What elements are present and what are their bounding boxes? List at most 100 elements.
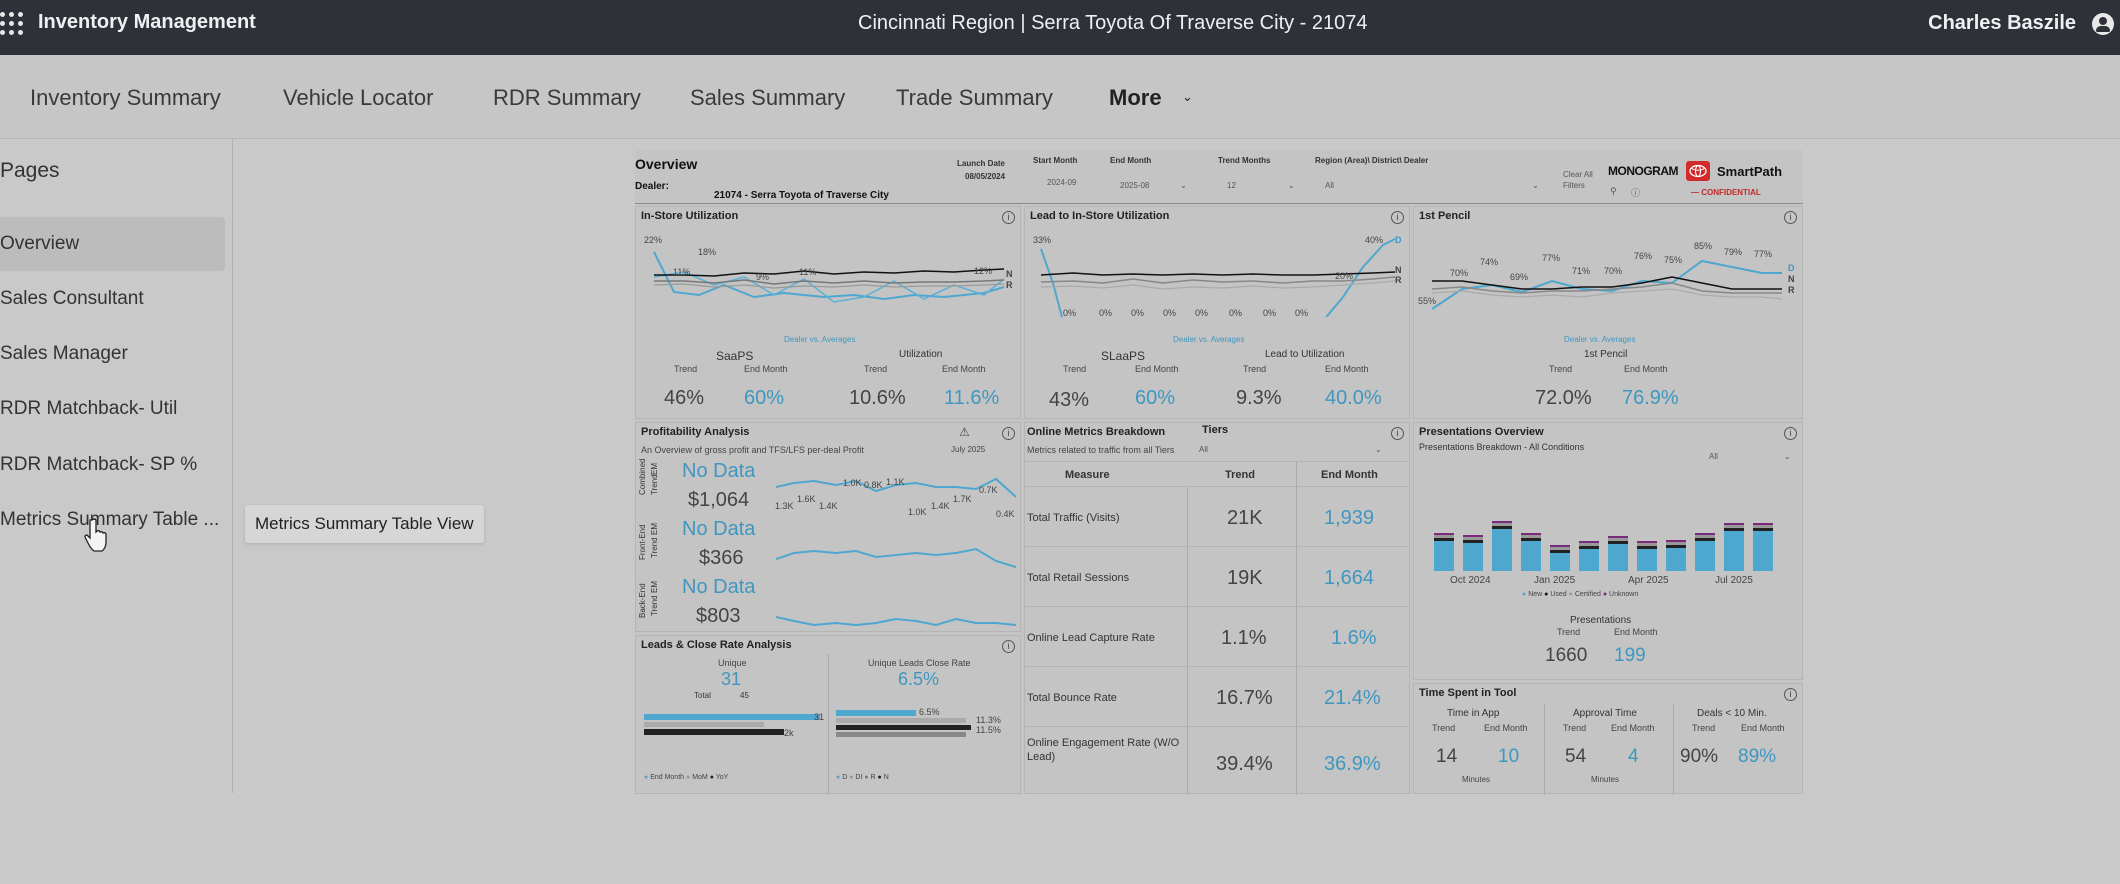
panel-title: Online Metrics Breakdown bbox=[1027, 426, 1166, 438]
metric-head: Lead to Utilization bbox=[1265, 349, 1345, 360]
page-overview[interactable]: Overview bbox=[0, 217, 225, 271]
start-month-label: Start Month bbox=[1033, 156, 1078, 165]
apps-grid-icon[interactable] bbox=[0, 12, 26, 38]
warning-icon[interactable]: ⚠ bbox=[959, 425, 970, 439]
report-title: Overview bbox=[635, 156, 698, 172]
region-select[interactable]: All bbox=[1325, 181, 1334, 190]
trend-label: Trend bbox=[1692, 723, 1716, 733]
dealer-vs-averages-legend: Dealer vs. Averages bbox=[1564, 335, 1636, 344]
info-icon[interactable]: ⓘ bbox=[1631, 186, 1640, 199]
point-label: 1.7K bbox=[953, 494, 972, 504]
group-head: Deals < 10 Min. bbox=[1697, 708, 1767, 719]
presentation-bar-segment bbox=[1550, 547, 1570, 550]
user-name[interactable]: Charles Baszile bbox=[1928, 12, 2076, 35]
bar-label: 6.5% bbox=[919, 707, 940, 717]
trend-months-select[interactable]: 12 bbox=[1227, 181, 1236, 190]
pages-sidebar: Pages Overview Sales Consultant Sales Ma… bbox=[0, 139, 233, 793]
metric-value: 54 bbox=[1565, 746, 1587, 767]
trend-label: Trend bbox=[650, 595, 659, 616]
metric-value: 9.3% bbox=[1236, 387, 1282, 409]
metric-value: 40.0% bbox=[1325, 387, 1382, 409]
tab-vehicle-locator[interactable]: Vehicle Locator bbox=[283, 85, 433, 111]
search-icon[interactable]: ⚲ bbox=[1610, 186, 1617, 197]
toyota-logo-icon bbox=[1686, 161, 1710, 181]
tab-rdr-summary[interactable]: RDR Summary bbox=[493, 85, 641, 111]
point-label: 74% bbox=[1480, 257, 1499, 267]
point-label: 0% bbox=[1295, 308, 1309, 318]
user-icon[interactable] bbox=[2092, 13, 2114, 35]
dealer-context: Cincinnati Region | Serra Toyota Of Trav… bbox=[858, 12, 1368, 34]
presentation-bar-segment bbox=[1521, 538, 1541, 541]
axis-label: Oct 2024 bbox=[1450, 575, 1491, 586]
tab-sales-summary[interactable]: Sales Summary bbox=[690, 85, 845, 111]
point-label: 70% bbox=[1450, 268, 1469, 278]
chevron-down-icon[interactable]: ⌄ bbox=[1375, 445, 1382, 454]
confidential-badge: — CONFIDENTIAL bbox=[1691, 188, 1761, 197]
panel-title: Profitability Analysis bbox=[641, 426, 750, 438]
presentation-bar-segment bbox=[1463, 535, 1483, 537]
more-menu[interactable]: More bbox=[1109, 85, 1162, 111]
point-label: 11% bbox=[673, 267, 691, 277]
info-icon[interactable]: i bbox=[1391, 427, 1404, 440]
tab-trade-summary[interactable]: Trade Summary bbox=[896, 85, 1053, 111]
info-icon[interactable]: i bbox=[1784, 211, 1797, 224]
chevron-down-icon[interactable]: ⌄ bbox=[1182, 89, 1193, 105]
presentations-filter[interactable]: All bbox=[1709, 452, 1718, 461]
end-month-label: End Month bbox=[1741, 723, 1785, 733]
end-month-label: End Month bbox=[1325, 364, 1369, 374]
presentation-bar-segment bbox=[1434, 533, 1454, 535]
page-rdr-matchback-util[interactable]: RDR Matchback- Util bbox=[0, 382, 225, 436]
page-rdr-matchback-sp[interactable]: RDR Matchback- SP % bbox=[0, 438, 225, 492]
in-store-utilization-panel: In-Store Utilization i 22% 11% 18% 9% 11… bbox=[635, 206, 1021, 419]
trend-cell: 39.4% bbox=[1216, 753, 1273, 775]
info-icon[interactable]: i bbox=[1002, 640, 1015, 653]
tiers-select[interactable]: All bbox=[1199, 445, 1208, 454]
tab-inventory-summary[interactable]: Inventory Summary bbox=[30, 85, 221, 111]
end-month-cell: 36.9% bbox=[1324, 753, 1381, 775]
info-icon[interactable]: i bbox=[1002, 427, 1015, 440]
metric-head: Presentations bbox=[1570, 615, 1632, 626]
chevron-down-icon[interactable]: ⌄ bbox=[1784, 452, 1791, 461]
smartpath-logo: SmartPath bbox=[1717, 164, 1783, 179]
page-metrics-summary[interactable]: Metrics Summary Table ... bbox=[0, 493, 225, 547]
info-icon[interactable]: i bbox=[1002, 211, 1015, 224]
metric-value: 43% bbox=[1049, 389, 1090, 411]
info-icon[interactable]: i bbox=[1784, 688, 1797, 701]
point-label: 55% bbox=[1418, 296, 1437, 306]
metric-value: 14 bbox=[1436, 746, 1458, 767]
presentation-bar-segment bbox=[1608, 536, 1628, 538]
point-label: 0% bbox=[1063, 308, 1077, 318]
point-label: 0% bbox=[1099, 308, 1113, 318]
chevron-down-icon[interactable]: ⌄ bbox=[1180, 181, 1187, 190]
point-label: 76% bbox=[1634, 251, 1653, 261]
bar-label: 2k bbox=[784, 728, 794, 738]
profitability-month: July 2025 bbox=[951, 445, 986, 454]
series-tag: R bbox=[1006, 280, 1013, 290]
info-icon[interactable]: i bbox=[1784, 427, 1797, 440]
end-month-label: End Month bbox=[1611, 723, 1655, 733]
page-sales-manager[interactable]: Sales Manager bbox=[0, 327, 225, 381]
presentations-subtitle: Presentations Breakdown - All Conditions bbox=[1419, 442, 1585, 452]
launch-date-label: Launch Date bbox=[957, 159, 1006, 168]
end-month-select[interactable]: 2025-08 bbox=[1120, 181, 1149, 190]
point-label: 9% bbox=[756, 272, 770, 282]
presentation-bar-segment bbox=[1753, 523, 1773, 525]
dealer-label: Dealer: bbox=[635, 181, 669, 192]
page-sales-consultant[interactable]: Sales Consultant bbox=[0, 272, 225, 326]
point-label: 0% bbox=[1229, 308, 1243, 318]
launch-date: 08/05/2024 bbox=[965, 172, 1006, 181]
trend-label: Trend bbox=[1549, 364, 1573, 374]
online-subtitle: Metrics related to traffic from all Tier… bbox=[1027, 445, 1175, 455]
info-icon[interactable]: i bbox=[1391, 211, 1404, 224]
point-label: 1.0K bbox=[908, 507, 927, 517]
clear-all-filters[interactable]: Clear All Filters bbox=[1563, 169, 1603, 191]
metric-value: 10 bbox=[1498, 746, 1520, 767]
trend-cell: 16.7% bbox=[1216, 687, 1273, 709]
profitability-panel: Profitability Analysis ⚠ i An Overview o… bbox=[635, 422, 1021, 632]
start-month-select[interactable]: 2024-09 bbox=[1047, 178, 1076, 187]
point-label: 20% bbox=[1335, 271, 1354, 281]
chevron-down-icon[interactable]: ⌄ bbox=[1288, 181, 1295, 190]
group-head: Time in App bbox=[1447, 708, 1500, 719]
chevron-down-icon[interactable]: ⌄ bbox=[1532, 181, 1539, 190]
metric-value: 72.0% bbox=[1535, 387, 1592, 409]
